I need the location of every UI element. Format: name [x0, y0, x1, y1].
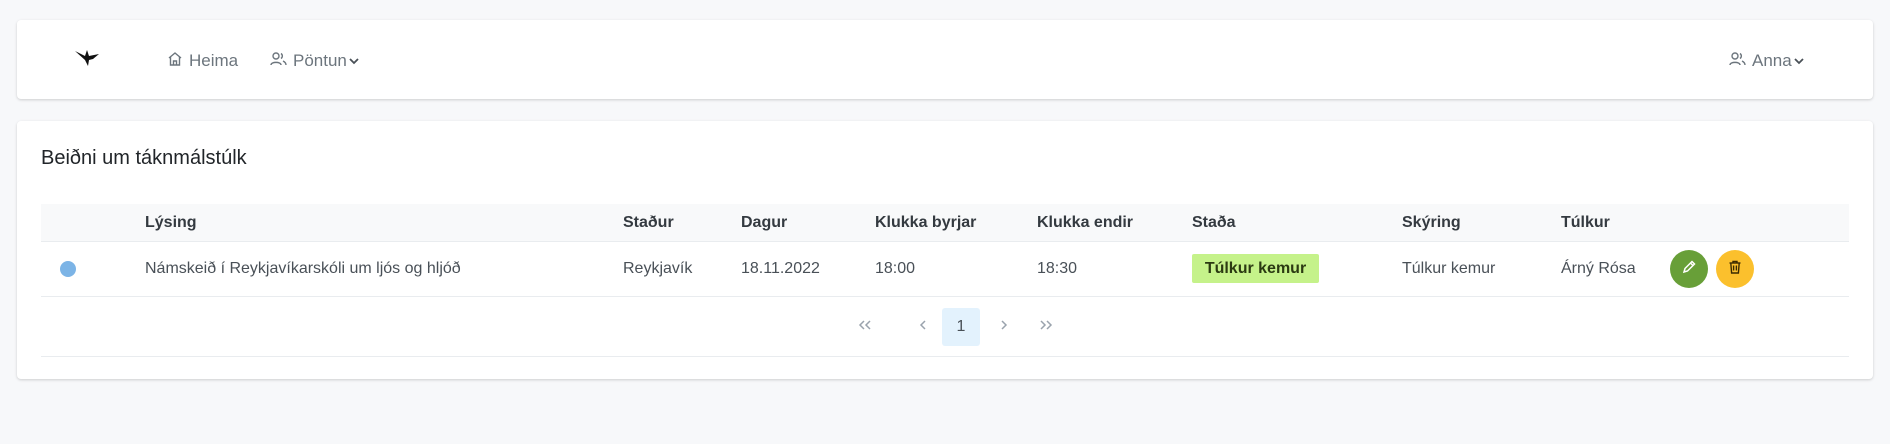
row-status-dot [60, 261, 76, 277]
cell-start-time: 18:00 [875, 260, 916, 277]
page-title: Beiðni um táknmálstúlk [41, 147, 247, 169]
cell-interpreter: Árný Rósa [1561, 260, 1636, 277]
chevron-down-icon [1793, 51, 1805, 71]
requests-table: Lýsing Staður Dagur Klukka byrjar Klukka… [41, 204, 1849, 357]
nav-order-label: Pöntun [293, 51, 347, 70]
users-icon [1729, 51, 1746, 72]
first-page-button[interactable] [846, 308, 884, 346]
top-navbar: Heima Pöntun Anna [17, 20, 1873, 99]
bird-logo-icon[interactable] [73, 47, 103, 69]
column-header-place[interactable]: Staður [623, 214, 674, 232]
column-header-date[interactable]: Dagur [741, 214, 787, 232]
edit-button[interactable] [1670, 250, 1708, 288]
column-header-description[interactable]: Lýsing [145, 214, 197, 232]
trash-icon [1727, 259, 1743, 280]
nav-user-menu[interactable]: Anna [1729, 50, 1805, 72]
chevron-right-icon [999, 318, 1009, 336]
status-badge: Túlkur kemur [1192, 254, 1319, 283]
users-icon [270, 51, 287, 72]
pagination: 1 [41, 297, 1849, 357]
page-button-current[interactable]: 1 [942, 308, 980, 346]
pencil-icon [1681, 259, 1697, 280]
chevron-down-icon [348, 51, 360, 71]
nav-order-dropdown[interactable]: Pöntun [270, 50, 360, 72]
last-page-button[interactable] [1027, 308, 1065, 346]
next-page-button[interactable] [985, 308, 1023, 346]
nav-user-label: Anna [1752, 51, 1792, 70]
cell-end-time: 18:30 [1037, 260, 1078, 277]
cell-place: Reykjavík [623, 260, 693, 277]
delete-button[interactable] [1716, 250, 1754, 288]
column-header-start[interactable]: Klukka byrjar [875, 214, 976, 232]
nav-home-label: Heima [189, 51, 239, 70]
double-chevron-left-icon [857, 318, 873, 336]
prev-page-button[interactable] [904, 308, 942, 346]
column-header-explanation[interactable]: Skýring [1402, 214, 1461, 232]
cell-date: 18.11.2022 [741, 260, 820, 277]
cell-description: Námskeið í Reykjavíkarskóli um ljós og h… [145, 260, 461, 277]
double-chevron-right-icon [1038, 318, 1054, 336]
cell-explanation: Túlkur kemur [1402, 260, 1496, 277]
column-header-interpreter[interactable]: Túlkur [1561, 214, 1610, 232]
nav-home[interactable]: Heima [167, 50, 238, 72]
requests-card: Beiðni um táknmálstúlk Lýsing Staður Dag… [17, 121, 1873, 379]
column-header-end[interactable]: Klukka endir [1037, 214, 1133, 232]
chevron-left-icon [918, 318, 928, 336]
column-header-status[interactable]: Staða [1192, 214, 1236, 232]
home-icon [167, 51, 183, 72]
table-header: Lýsing Staður Dagur Klukka byrjar Klukka… [41, 204, 1849, 242]
table-row[interactable]: Námskeið í Reykjavíkarskóli um ljós og h… [41, 242, 1849, 297]
